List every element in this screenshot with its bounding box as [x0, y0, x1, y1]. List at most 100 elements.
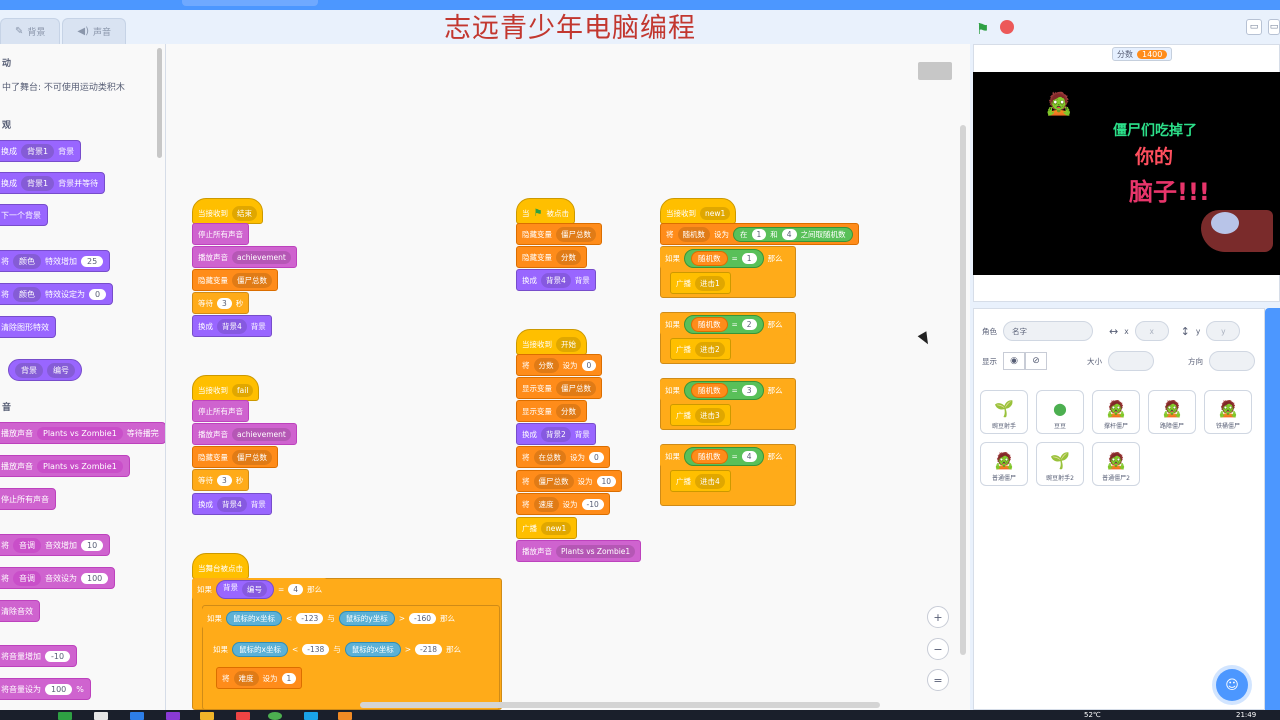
script5-hat-receive[interactable]: 当接收到 new1 [660, 198, 737, 224]
block-dropdown[interactable]: 僵尸总数 [533, 473, 574, 489]
if-random-equals[interactable]: 如果 随机数 = 3 那么 [660, 379, 788, 401]
script4-play-sound[interactable]: 播放声音 Plants vs Zombie1 [516, 540, 642, 562]
script1-stop-sounds[interactable]: 停止所有声音 [192, 223, 249, 245]
script3-hide-variable-2[interactable]: 隐藏变量 分数 [516, 246, 587, 268]
palette-block-switch-backdrop[interactable]: 换成 背景1 背景 [0, 140, 82, 162]
block-number[interactable]: 10 [596, 475, 617, 487]
block-dropdown[interactable]: 音调 [13, 537, 41, 553]
add-sprite-button[interactable]: ☺ [1216, 669, 1248, 701]
block-number[interactable]: 4 [741, 450, 757, 462]
if-random-equals[interactable]: 如果 随机数 = 4 那么 [660, 445, 788, 467]
script2-wait[interactable]: 等待 3 秒 [192, 469, 250, 491]
workspace-vertical-scrollbar[interactable] [960, 125, 966, 655]
palette-block-backdrop-number[interactable]: 背景 编号 [8, 359, 82, 381]
script2-hide-variable[interactable]: 隐藏变量 僵尸总数 [192, 446, 278, 468]
size-input[interactable] [1108, 351, 1154, 371]
block-dropdown[interactable]: 背景 [15, 362, 43, 378]
palette-block-switch-backdrop-wait[interactable]: 换成 背景1 背景并等待 [0, 172, 106, 194]
sprite-tile[interactable]: 🧟 普通僵尸2 [1092, 442, 1140, 486]
workspace-minimap[interactable] [918, 62, 952, 80]
script6-set-difficulty[interactable]: 将 难度 设为 1 [216, 667, 303, 689]
block-dropdown[interactable]: Plants vs Zombie1 [37, 426, 123, 440]
block-dropdown[interactable]: fail [232, 383, 254, 397]
broadcast-block[interactable]: 广播 进击3 [670, 404, 731, 426]
block-dropdown[interactable]: 分数 [556, 403, 581, 419]
block-number[interactable]: -218 [415, 643, 443, 655]
block-number[interactable]: 4 [781, 228, 797, 240]
block-dropdown[interactable]: 分数 [533, 357, 559, 373]
script1-switch-backdrop[interactable]: 换成 背景4 背景 [192, 315, 272, 337]
block-number[interactable]: 4 [288, 583, 304, 595]
zoom-in-button[interactable]: + [927, 606, 949, 628]
workspace-horizontal-scrollbar[interactable] [360, 702, 880, 708]
green-flag-icon[interactable]: ⚑ [976, 20, 989, 38]
block-dropdown[interactable]: 音调 [13, 570, 41, 586]
palette-block-play-sound-wait[interactable]: 播放声音 Plants vs Zombie1 等待播完 [0, 422, 165, 444]
zoom-reset-button[interactable]: = [927, 669, 949, 691]
equals-operator[interactable]: 随机数 = 3 [684, 380, 764, 400]
palette-scrollbar[interactable] [157, 48, 162, 158]
palette-block-clear-effects[interactable]: 清除图形特效 [0, 316, 56, 338]
sprite-tile[interactable]: 🧟 铁桶僵尸 [1204, 390, 1252, 434]
block-dropdown[interactable]: 随机数 [677, 226, 710, 242]
folder-icon[interactable] [200, 712, 214, 720]
show-eye-icon[interactable]: ◉ [1003, 352, 1025, 370]
broadcast-block[interactable]: 广播 进击1 [670, 272, 731, 294]
block-number[interactable]: 1 [751, 228, 767, 240]
script5-set-random[interactable]: 将 随机数 设为 在 1 和 4 之间取随机数 [660, 223, 859, 245]
block-number[interactable]: 10 [81, 539, 104, 551]
taskbar-app-icon[interactable] [94, 712, 108, 720]
broadcast-block[interactable]: 广播 进击4 [670, 470, 731, 492]
block-number[interactable]: 2 [741, 318, 757, 330]
block-number[interactable]: 100 [45, 683, 73, 695]
sprite-name-input[interactable]: 名字 [1003, 321, 1093, 341]
script6-hat-stage-clicked[interactable]: 当舞台被点击 [192, 553, 249, 579]
block-dropdown[interactable]: 进击4 [695, 473, 725, 489]
block-dropdown[interactable]: 开始 [556, 336, 581, 352]
block-dropdown[interactable]: Plants vs Zombie1 [37, 459, 123, 473]
taskbar-app-icon[interactable] [236, 712, 250, 720]
block-dropdown[interactable]: 进击2 [695, 341, 725, 357]
taskbar-app-icon[interactable] [304, 712, 318, 720]
block-dropdown[interactable]: 背景4 [217, 318, 247, 334]
random-variable-reporter[interactable]: 随机数 [691, 382, 728, 398]
random-operator[interactable]: 在 1 和 4 之间取随机数 [733, 226, 853, 242]
equals-operator[interactable]: 随机数 = 4 [684, 446, 764, 466]
palette-block-clear-sound-effects[interactable]: 清除音效 [0, 600, 40, 622]
x-input[interactable]: x [1134, 321, 1169, 341]
palette-block-stop-sounds[interactable]: 停止所有声音 [0, 488, 56, 510]
palette-block-set-volume[interactable]: 将音量设为 100 % [0, 678, 91, 700]
block-dropdown[interactable]: 在总数 [533, 449, 566, 465]
block-number[interactable]: -138 [302, 643, 330, 655]
block-number[interactable]: 1 [281, 672, 297, 684]
block-dropdown[interactable]: new1 [700, 206, 731, 220]
script1-hat-receive[interactable]: 当接收到 结束 [192, 198, 263, 224]
sprite-tile[interactable]: 🧟 路障僵尸 [1148, 390, 1196, 434]
sprite-tile[interactable]: 🧟 普通僵尸 [980, 442, 1028, 486]
mouse-x-reporter[interactable]: 鼠标的x坐标 [232, 641, 288, 657]
block-number[interactable]: 3 [217, 474, 232, 486]
script3-hide-variable-1[interactable]: 隐藏变量 僵尸总数 [516, 223, 602, 245]
script1-hide-variable[interactable]: 隐藏变量 僵尸总数 [192, 269, 278, 291]
script1-wait[interactable]: 等待 3 秒 [192, 292, 250, 314]
block-dropdown[interactable]: 颜色 [13, 286, 41, 302]
script4-show-variable-1[interactable]: 显示变量 僵尸总数 [516, 377, 602, 399]
stop-button[interactable] [1000, 20, 1014, 34]
block-number[interactable]: -160 [409, 612, 437, 624]
if-random-equals[interactable]: 如果 随机数 = 1 那么 [660, 247, 788, 269]
stage-canvas[interactable]: 🧟 僵尸们吃掉了 你的 脑子!!! [973, 72, 1280, 275]
broadcast-block[interactable]: 广播 进击2 [670, 338, 731, 360]
browser-icon[interactable] [268, 712, 282, 720]
block-dropdown[interactable]: 颜色 [13, 253, 41, 269]
script4-set-score[interactable]: 将 分数 设为 0 [516, 354, 603, 376]
block-dropdown[interactable]: 背景4 [217, 496, 247, 512]
block-dropdown[interactable]: achievement [232, 250, 291, 264]
script4-set-total[interactable]: 将 在总数 设为 0 [516, 446, 610, 468]
script3-hat-flag[interactable]: 当 ⚑ 被点击 [516, 198, 575, 224]
script4-hat-receive[interactable]: 当接收到 开始 [516, 329, 587, 355]
script2-play-sound[interactable]: 播放声音 achievement [192, 423, 297, 445]
script2-stop-sounds[interactable]: 停止所有声音 [192, 400, 249, 422]
script6-if2[interactable]: 如果 鼠标的x坐标 < -123 与 鼠标的y坐标 > -160 那么 [202, 607, 461, 629]
script4-show-variable-2[interactable]: 显示变量 分数 [516, 400, 587, 422]
taskbar-app-icon[interactable] [130, 712, 144, 720]
